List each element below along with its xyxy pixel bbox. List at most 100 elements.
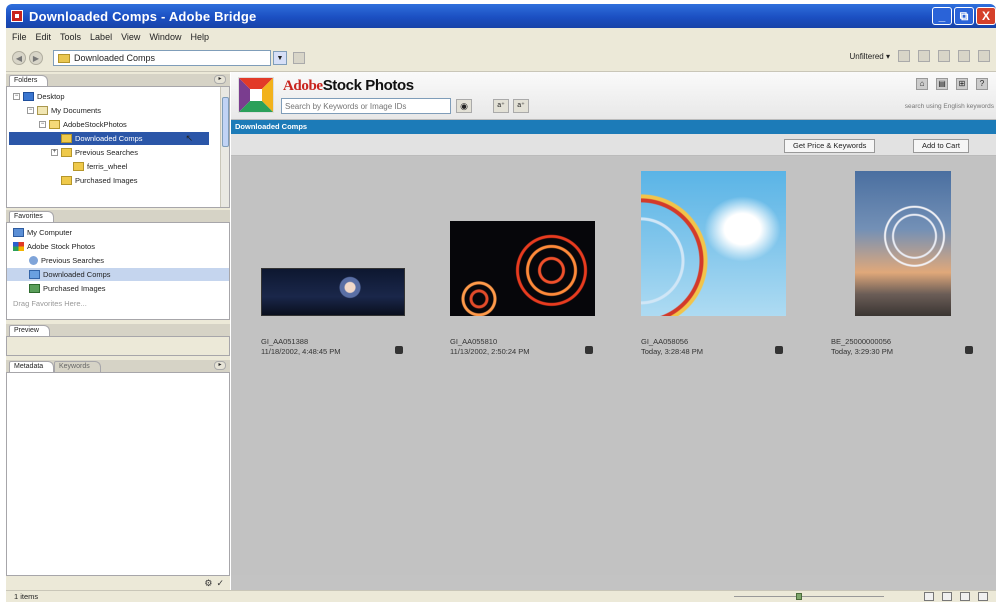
advanced-search-icon[interactable]: a⁺: [493, 99, 509, 113]
search-hint: search using English keywords: [904, 103, 994, 110]
tab-favorites[interactable]: Favorites: [9, 211, 54, 222]
tree-item-downloaded-comps[interactable]: Downloaded Comps ↖: [9, 132, 209, 145]
home-icon[interactable]: ⌂: [916, 78, 928, 90]
menu-window[interactable]: Window: [149, 32, 181, 42]
menu-view[interactable]: View: [121, 32, 140, 42]
rotate-left-icon[interactable]: [918, 50, 930, 62]
toolbar-right: Unfiltered ▾: [850, 50, 990, 62]
favorites-drag-hint: Drag Favorites Here...: [13, 299, 87, 308]
preview-tabrow: Preview: [6, 324, 230, 336]
close-button[interactable]: X: [976, 7, 996, 25]
favorite-label: Purchased Images: [43, 284, 106, 293]
tree-item-adobestockphotos[interactable]: − AdobeStockPhotos: [39, 118, 127, 131]
compact-mode-icon[interactable]: [978, 50, 990, 62]
favorite-previous-searches[interactable]: Previous Searches: [29, 254, 104, 267]
tree-item-purchased-images[interactable]: Purchased Images: [61, 174, 138, 187]
thumbnail-date: Today, 3:29:30 PM: [831, 347, 893, 356]
folder-icon: [61, 148, 72, 157]
cart-icon[interactable]: ⊞: [956, 78, 968, 90]
thumbnail-id: GI_AA055810: [450, 337, 498, 346]
slider-knob[interactable]: [796, 593, 802, 600]
thumbnail-size-slider[interactable]: [734, 596, 884, 597]
path-dropdown-arrow[interactable]: ▼: [273, 51, 287, 65]
favorite-label: Previous Searches: [41, 256, 104, 265]
thumbnail-caption: GI_AA055810 11/13/2002, 2:50:24 PM: [450, 337, 530, 357]
metadata-footer: ⚙ ✓: [6, 576, 230, 590]
settings-icon[interactable]: ⚙: [204, 578, 212, 589]
rotate-right-icon[interactable]: [938, 50, 950, 62]
menu-help[interactable]: Help: [190, 32, 209, 42]
tab-folders[interactable]: Folders: [9, 75, 49, 86]
binoculars-search-icon[interactable]: ◉: [456, 99, 472, 113]
tab-metadata[interactable]: Metadata: [9, 361, 55, 372]
left-panels: Folders ▸ − Desktop − My Documents − Ado…: [6, 72, 230, 590]
folders-scrollbar[interactable]: [220, 87, 229, 207]
folder-open-icon: [49, 120, 60, 129]
window-controls: _ ⧉ X: [932, 7, 996, 25]
collapse-icon[interactable]: −: [39, 121, 46, 128]
forward-button[interactable]: ▶: [29, 51, 43, 65]
scrollbar-thumb[interactable]: [222, 97, 229, 147]
favorite-downloaded-comps[interactable]: Downloaded Comps: [7, 268, 229, 281]
bridge-app-icon: [11, 10, 23, 22]
item-count: 1 items: [14, 592, 39, 601]
folder-icon: [58, 53, 70, 63]
new-folder-icon[interactable]: [898, 50, 910, 62]
menu-file[interactable]: File: [12, 32, 27, 42]
path-dropdown[interactable]: Downloaded Comps: [53, 50, 271, 66]
tree-label: Purchased Images: [75, 176, 138, 185]
versions-view-icon[interactable]: [978, 592, 988, 601]
favorite-label: Downloaded Comps: [43, 270, 111, 279]
details-view-icon[interactable]: [960, 592, 970, 601]
collapse-icon[interactable]: −: [27, 107, 34, 114]
up-folder-icon[interactable]: [293, 52, 305, 64]
add-to-cart-button[interactable]: Add to Cart: [913, 139, 969, 153]
panel-menu-icon[interactable]: ▸: [214, 75, 226, 84]
tree-item-my-documents[interactable]: − My Documents: [27, 104, 101, 117]
thumbnail-image[interactable]: [261, 268, 405, 316]
trash-icon[interactable]: [958, 50, 970, 62]
tree-item-desktop[interactable]: − Desktop: [13, 90, 65, 103]
computer-icon: [13, 228, 24, 237]
search-input[interactable]: [281, 98, 451, 114]
search-options-icon[interactable]: a⁺: [513, 99, 529, 113]
expand-icon[interactable]: +: [51, 149, 58, 156]
tree-label: ferris_wheel: [87, 162, 128, 171]
stock-photos-icon: [13, 242, 24, 251]
documents-icon: [37, 106, 48, 115]
help-icon[interactable]: ?: [976, 78, 988, 90]
tree-item-previous-searches[interactable]: + Previous Searches: [51, 146, 138, 159]
brand-title: AdobeStock Photos: [283, 77, 414, 95]
section-title: Downloaded Comps: [231, 120, 996, 134]
preview-panel: [6, 336, 230, 356]
menu-edit[interactable]: Edit: [36, 32, 52, 42]
maximize-button[interactable]: ⧉: [954, 7, 974, 25]
tree-label: Previous Searches: [75, 148, 138, 157]
favorites-tabrow: Favorites: [6, 210, 230, 222]
favorite-purchased-images[interactable]: Purchased Images: [29, 282, 106, 295]
menu-label[interactable]: Label: [90, 32, 112, 42]
favorite-adobe-stock-photos[interactable]: Adobe Stock Photos: [13, 240, 95, 253]
thumbnail-image[interactable]: [450, 221, 595, 316]
tree-item-ferris-wheel[interactable]: ferris_wheel: [73, 160, 127, 173]
thumbnail-image[interactable]: [855, 171, 951, 316]
minimize-button[interactable]: _: [932, 7, 952, 25]
collapse-icon[interactable]: −: [13, 93, 20, 100]
back-button[interactable]: ◀: [12, 51, 26, 65]
checkmark-icon[interactable]: ✓: [216, 578, 224, 589]
filmstrip-view-icon[interactable]: [942, 592, 952, 601]
thumbnail-caption: GI_AA051388 11/18/2002, 4:48:45 PM: [261, 337, 341, 357]
menu-tools[interactable]: Tools: [60, 32, 81, 42]
purchased-icon: [29, 284, 40, 293]
toolbar: ◀ ▶ Downloaded Comps ▼ Unfiltered ▾: [6, 45, 996, 72]
thumbnail-image[interactable]: [641, 171, 786, 316]
tab-keywords[interactable]: Keywords: [54, 361, 101, 372]
tab-preview[interactable]: Preview: [9, 325, 50, 336]
favorite-my-computer[interactable]: My Computer: [13, 226, 72, 239]
filter-dropdown[interactable]: Unfiltered ▾: [850, 52, 890, 61]
panel-menu-icon[interactable]: ▸: [214, 361, 226, 370]
window-title: Downloaded Comps - Adobe Bridge: [29, 8, 257, 24]
thumbnails-view-icon[interactable]: [924, 592, 934, 601]
preferences-icon[interactable]: ▤: [936, 78, 948, 90]
get-price-button[interactable]: Get Price & Keywords: [784, 139, 876, 153]
